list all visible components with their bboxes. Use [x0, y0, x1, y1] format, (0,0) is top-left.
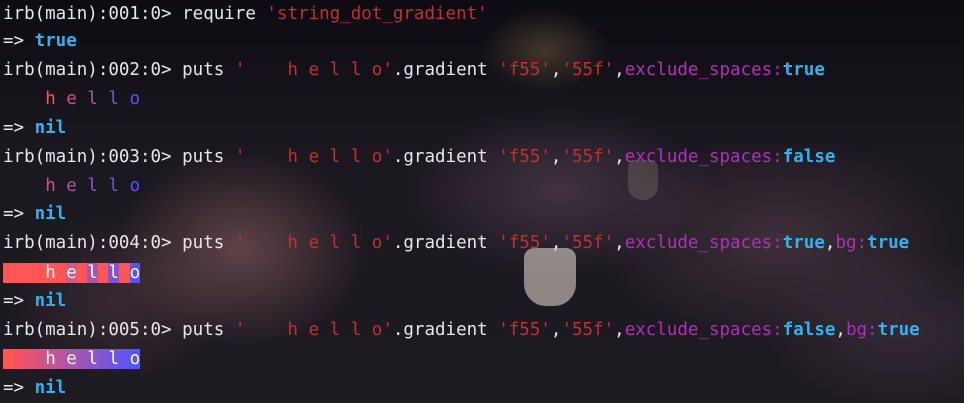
keyword-value: true: [782, 60, 825, 80]
result-arrow: =>: [3, 118, 35, 138]
keyword-value: true: [877, 320, 920, 340]
keyword-value: false: [782, 320, 836, 340]
method-call: .gradient: [392, 320, 499, 340]
irb-output-line: h e l l o: [3, 259, 141, 288]
irb-prompt: irb(main):001:0>: [3, 4, 183, 24]
keyword-arg: exclude_spaces:: [624, 60, 783, 80]
irb-terminal[interactable]: irb(main):001:0> require 'string_dot_gra…: [0, 0, 964, 403]
color-arg: 'f55': [498, 320, 551, 340]
irb-input-line: irb(main):001:0> require 'string_dot_gra…: [3, 0, 488, 29]
irb-prompt: irb(main):005:0>: [3, 320, 183, 340]
color-arg: 'f55': [498, 233, 551, 253]
irb-input-line: irb(main):004:0> puts ' h e l l o'.gradi…: [3, 229, 909, 258]
comma: ,: [835, 320, 846, 340]
irb-result-line: => nil: [3, 374, 66, 403]
gradient-output: h e l l o: [45, 176, 141, 196]
irb-output-line: h e l l o: [3, 85, 140, 114]
irb-input-line: irb(main):003:0> puts ' h e l l o'.gradi…: [3, 143, 835, 172]
color-arg: '55f': [561, 320, 615, 340]
result-arrow: =>: [3, 378, 35, 398]
irb-output-line: h e l l o: [3, 172, 140, 201]
result-arrow: =>: [3, 31, 35, 51]
command-keyword: require: [182, 4, 267, 24]
gradient-output: h e l l o: [45, 89, 141, 109]
irb-result-line: => nil: [3, 114, 66, 143]
result-value: nil: [34, 118, 67, 138]
command-keyword: puts: [182, 320, 235, 340]
result-value: true: [34, 31, 77, 51]
comma: ,: [550, 60, 562, 80]
gradient-output: h e l l o: [3, 349, 141, 369]
color-arg: 'f55': [498, 147, 551, 167]
keyword-value: true: [867, 233, 910, 253]
color-arg: 'f55': [498, 60, 551, 80]
method-call: .gradient: [392, 233, 499, 253]
command-keyword: puts: [182, 147, 235, 167]
result-value: nil: [34, 204, 67, 224]
keyword-arg: exclude_spaces:: [624, 233, 783, 253]
keyword-arg: bg:: [835, 233, 868, 253]
command-keyword: puts: [182, 233, 235, 253]
keyword-value: false: [782, 147, 836, 167]
comma: ,: [550, 233, 562, 253]
comma: ,: [614, 233, 625, 253]
comma: ,: [614, 60, 625, 80]
result-value: nil: [34, 291, 67, 311]
keyword-value: true: [782, 233, 825, 253]
comma: ,: [550, 320, 562, 340]
color-arg: '55f': [561, 147, 615, 167]
irb-result-line: => nil: [3, 287, 66, 316]
comma: ,: [550, 147, 562, 167]
irb-prompt: irb(main):003:0>: [3, 147, 183, 167]
irb-result-line: => nil: [3, 200, 66, 229]
keyword-arg: exclude_spaces:: [624, 147, 783, 167]
comma: ,: [824, 233, 836, 253]
color-arg: '55f': [561, 233, 615, 253]
string-literal: 'string_dot_gradient': [266, 4, 488, 24]
method-call: .gradient: [392, 147, 499, 167]
irb-result-line: => true: [3, 27, 77, 56]
keyword-arg: bg:: [845, 320, 878, 340]
irb-input-line: irb(main):005:0> puts ' h e l l o'.gradi…: [3, 316, 920, 345]
string-literal: ' h e l l o': [234, 60, 393, 80]
result-value: nil: [34, 378, 67, 398]
result-arrow: =>: [3, 204, 35, 224]
command-keyword: puts: [182, 60, 235, 80]
string-literal: ' h e l l o': [234, 147, 393, 167]
irb-output-line: h e l l o: [3, 345, 141, 374]
gradient-output: h e l l o: [3, 263, 141, 283]
comma: ,: [614, 320, 625, 340]
string-literal: ' h e l l o': [234, 320, 393, 340]
irb-input-line: irb(main):002:0> puts ' h e l l o'.gradi…: [3, 56, 825, 85]
keyword-arg: exclude_spaces:: [624, 320, 783, 340]
irb-prompt: irb(main):002:0>: [3, 60, 183, 80]
method-call: .gradient: [392, 60, 499, 80]
string-literal: ' h e l l o': [234, 233, 393, 253]
comma: ,: [614, 147, 625, 167]
color-arg: '55f': [561, 60, 615, 80]
irb-prompt: irb(main):004:0>: [3, 233, 183, 253]
result-arrow: =>: [3, 291, 35, 311]
